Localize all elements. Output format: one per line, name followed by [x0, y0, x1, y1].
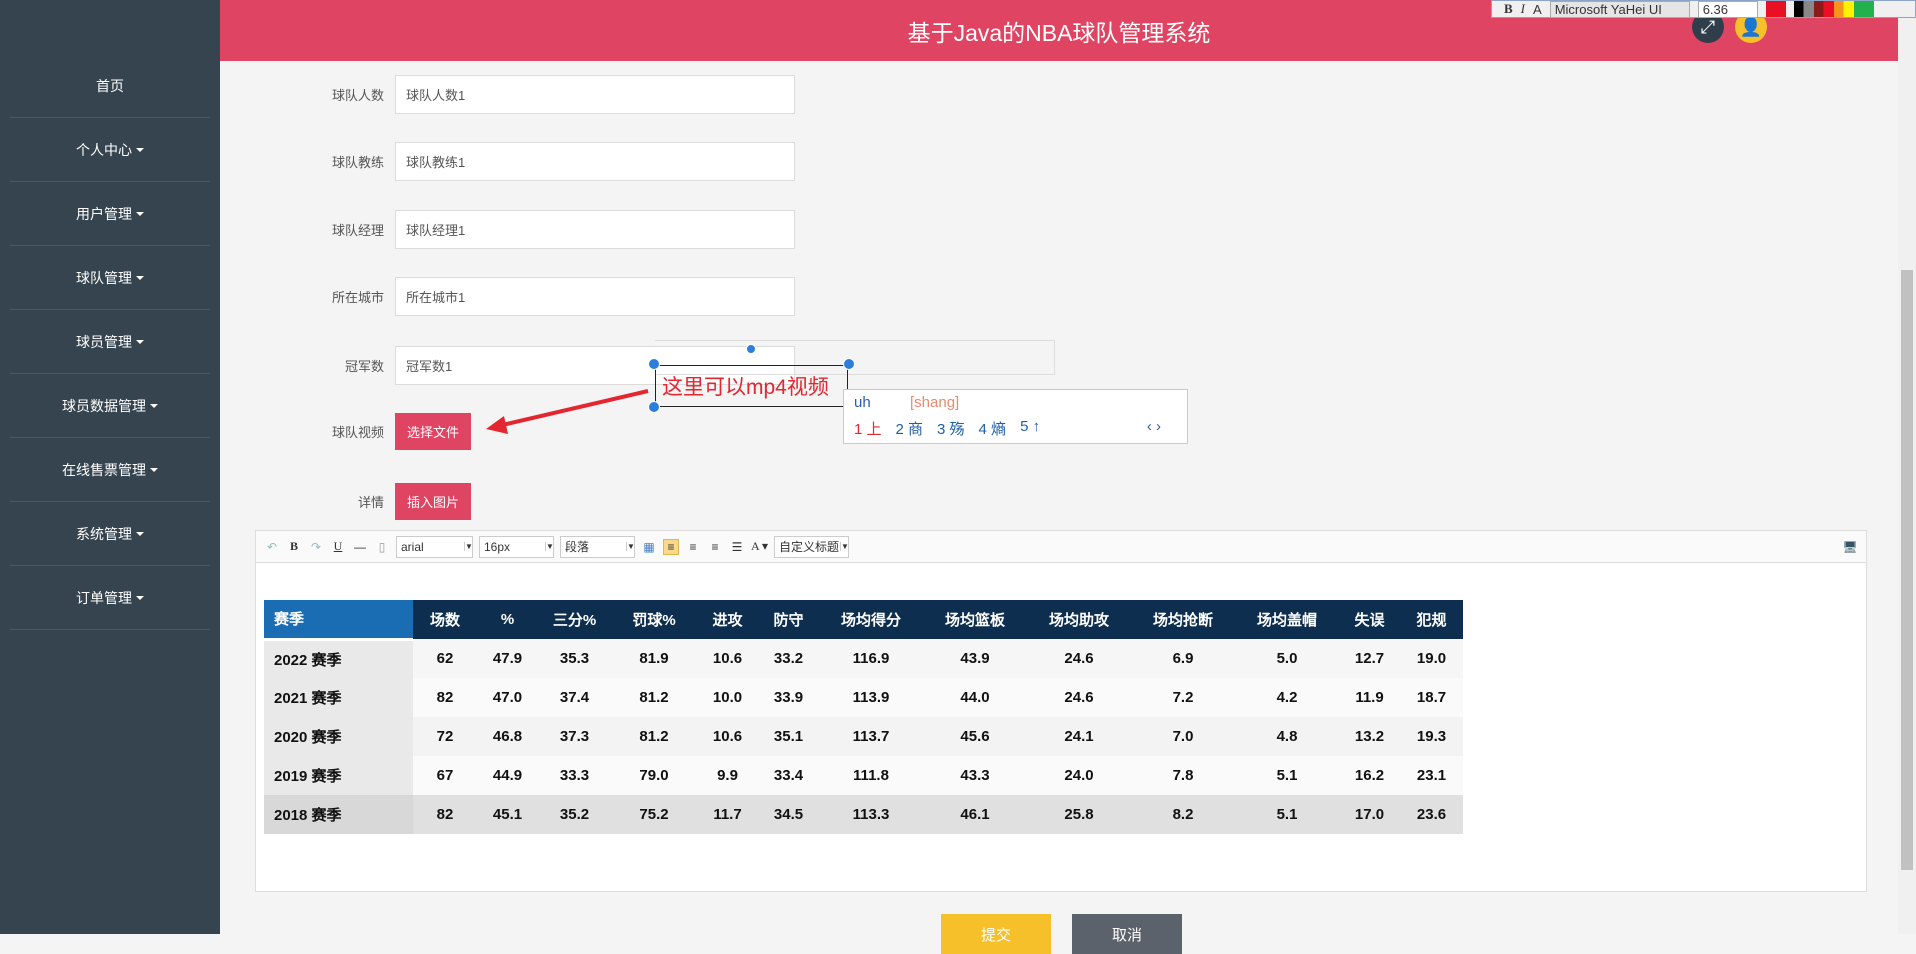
color-palette[interactable]	[1793, 1, 1874, 17]
ime-candidate[interactable]: 1 上	[854, 418, 882, 439]
close-handle-icon[interactable]	[843, 358, 855, 370]
ime-input: uh	[854, 394, 871, 411]
ime-candidate-popup: uh [shang] 1 上 2 商 3 殇 4 熵 5 ↑ ‹ ›	[843, 389, 1188, 444]
format-toolbar: B I A Microsoft YaHei UI 6.36	[1491, 0, 1916, 18]
ime-candidate[interactable]: 3 殇	[937, 418, 965, 439]
resize-handle-icon[interactable]	[648, 401, 660, 413]
ime-page-arrows-icon[interactable]: ‹ ›	[1147, 418, 1161, 435]
ime-candidate[interactable]: 2 商	[896, 418, 924, 439]
italic-icon[interactable]: I	[1521, 1, 1525, 17]
resize-handle-icon[interactable]	[648, 358, 660, 370]
size-select[interactable]: 6.36	[1697, 0, 1758, 18]
annotation-arrow	[486, 389, 649, 434]
font-select[interactable]: Microsoft YaHei UI	[1549, 0, 1690, 18]
outline-text-icon[interactable]: A	[1533, 2, 1542, 17]
annotation-text: 这里可以mp4视频	[662, 376, 829, 399]
ime-pinyin: [shang]	[910, 394, 960, 411]
ime-candidate[interactable]: 4 熵	[979, 418, 1007, 439]
annotation-textbox[interactable]: 这里可以mp4视频	[655, 365, 848, 407]
rotate-handle-icon[interactable]	[746, 344, 756, 354]
bold-icon[interactable]: B	[1504, 1, 1513, 17]
ime-candidate[interactable]: 5 ↑	[1020, 418, 1040, 439]
current-color-swatch[interactable]	[1765, 1, 1786, 17]
